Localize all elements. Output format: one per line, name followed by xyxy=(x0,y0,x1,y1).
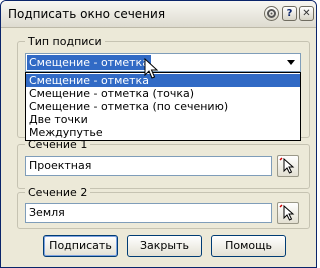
dropdown-option[interactable]: Две точки xyxy=(26,113,300,126)
label-type-selected: Смещение - отметка xyxy=(27,55,151,70)
title-bar[interactable]: Подписать окно сечения ? ✕ xyxy=(1,1,316,28)
settings-icon[interactable] xyxy=(264,6,279,21)
section2-field[interactable]: Земля xyxy=(25,203,272,223)
pick-cursor-icon xyxy=(279,204,295,221)
section2-pick-button[interactable] xyxy=(277,202,299,224)
help-title-button[interactable]: ? xyxy=(282,6,297,21)
section1-field[interactable]: Проектная xyxy=(25,156,272,176)
close-button[interactable]: Закрыть xyxy=(127,235,202,257)
mouse-cursor-icon xyxy=(144,58,159,79)
close-title-button[interactable]: ✕ xyxy=(299,6,314,21)
section1-pick-button[interactable] xyxy=(277,155,299,177)
label-type-legend: Тип подписи xyxy=(25,35,105,48)
section2-legend: Сечение 2 xyxy=(25,186,91,199)
dropdown-option[interactable]: Смещение - отметка (по сечению) xyxy=(26,100,300,113)
label-type-dropdown-list: Смещение - отметка Смещение - отметка (т… xyxy=(25,72,301,141)
help-button[interactable]: Помощь xyxy=(211,235,286,257)
dropdown-option[interactable]: Междупутье xyxy=(26,126,300,139)
pick-cursor-icon xyxy=(279,157,295,174)
label-type-combobox[interactable]: Смещение - отметка xyxy=(25,53,301,72)
chevron-down-icon[interactable] xyxy=(287,60,295,65)
window-title: Подписать окно сечения xyxy=(8,7,166,21)
sign-button[interactable]: Подписать xyxy=(43,235,118,257)
dropdown-option[interactable]: Смещение - отметка xyxy=(26,74,300,87)
dropdown-option[interactable]: Смещение - отметка (точка) xyxy=(26,87,300,100)
dialog-window: Подписать окно сечения ? ✕ Тип подписи С… xyxy=(0,0,317,268)
